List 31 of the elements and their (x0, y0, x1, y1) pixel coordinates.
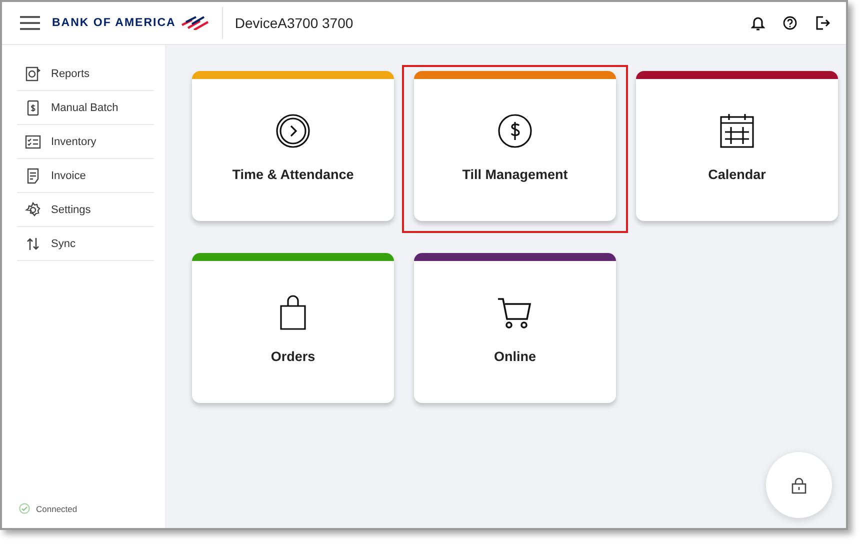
dollar-circle-icon (497, 113, 533, 149)
app-tile[interactable]: Till Management (414, 71, 616, 221)
sidebar-item[interactable]: Manual Batch (17, 91, 154, 125)
document-icon (25, 168, 41, 184)
flag-logo-icon (180, 16, 210, 30)
lock-icon (791, 476, 807, 494)
report-icon (25, 66, 41, 82)
brand-name: BANK OF AMERICA (52, 17, 176, 29)
check-circle-icon (19, 503, 30, 514)
chevron-circle-icon (275, 113, 311, 149)
help-icon (783, 16, 797, 30)
sync-icon (25, 236, 41, 252)
sidebar-item[interactable]: Invoice (17, 159, 154, 193)
calendar-icon (719, 113, 755, 149)
sidebar-item[interactable]: Inventory (17, 125, 154, 159)
connection-status: Connected (36, 504, 78, 514)
app-tile[interactable]: Calendar (636, 71, 838, 221)
bell-icon (751, 15, 765, 31)
sidebar-item[interactable]: Sync (17, 227, 154, 261)
app-tile[interactable]: Time & Attendance (192, 71, 394, 221)
app-tile[interactable]: Online (414, 253, 616, 403)
settings-icon (25, 202, 41, 218)
logout-icon (815, 16, 830, 30)
cart-icon (497, 295, 533, 331)
sidebar-item[interactable]: Settings (17, 193, 154, 227)
device-name: DeviceA3700 3700 (234, 15, 354, 31)
sidebar-item[interactable]: Reports (17, 57, 154, 91)
dollar-document-icon (25, 100, 41, 116)
menu-icon (20, 16, 40, 30)
checklist-icon (25, 134, 41, 150)
app-tile[interactable]: Orders (192, 253, 394, 403)
